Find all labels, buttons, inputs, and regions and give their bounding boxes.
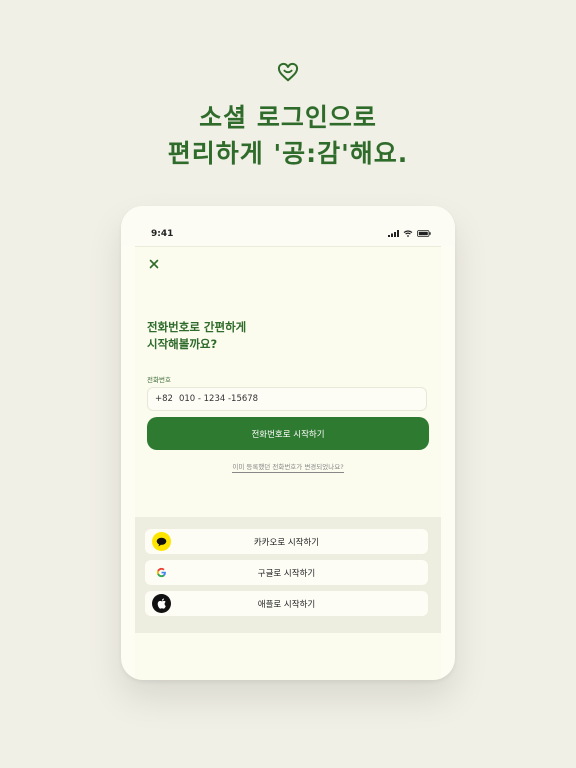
phone-number-value[interactable]: 010 - 1234 -15678 xyxy=(179,394,258,404)
headline: 소셜 로그인으로 편리하게 '공:감'해요. xyxy=(0,100,576,172)
social-login-panel: 카카오로 시작하기 구글로 시작하기 애플로 시작하기 xyxy=(135,517,441,633)
google-login-button[interactable]: 구글로 시작하기 xyxy=(145,560,428,585)
kakao-icon xyxy=(152,532,171,551)
phone-start-button[interactable]: 전화번호로 시작하기 xyxy=(147,417,429,450)
apple-login-button[interactable]: 애플로 시작하기 xyxy=(145,591,428,616)
device-frame: 9:41 전화번호로 간편하게 시작해볼까요? 전화번호 +82 010 - 1… xyxy=(121,206,455,680)
phone-input[interactable]: +82 010 - 1234 -15678 xyxy=(147,387,427,411)
signal-icon xyxy=(388,230,399,237)
country-code[interactable]: +82 xyxy=(155,394,173,404)
kakao-login-button[interactable]: 카카오로 시작하기 xyxy=(145,529,428,554)
google-login-label: 구글로 시작하기 xyxy=(257,568,316,579)
title-line-1: 전화번호로 간편하게 xyxy=(147,320,247,334)
close-icon[interactable] xyxy=(147,257,161,271)
apple-icon xyxy=(152,594,171,613)
changed-number-link[interactable]: 이미 등록했던 전화번호가 변경되었나요? xyxy=(232,463,344,473)
headline-line-2: 편리하게 '공:감'해요. xyxy=(167,139,409,168)
login-screen: 전화번호로 간편하게 시작해볼까요? 전화번호 +82 010 - 1234 -… xyxy=(135,246,441,680)
status-time: 9:41 xyxy=(151,229,174,239)
status-bar: 9:41 xyxy=(121,206,455,246)
google-icon xyxy=(152,563,171,582)
title-line-2: 시작해볼까요? xyxy=(147,337,218,351)
apple-login-label: 애플로 시작하기 xyxy=(257,599,316,610)
wifi-icon xyxy=(403,230,413,237)
battery-icon xyxy=(417,230,431,237)
page-title: 전화번호로 간편하게 시작해볼까요? xyxy=(147,319,407,353)
kakao-login-label: 카카오로 시작하기 xyxy=(253,537,320,548)
headline-line-1: 소셜 로그인으로 xyxy=(199,103,377,132)
changed-number-link-wrap: 이미 등록했던 전화번호가 변경되었나요? xyxy=(135,461,441,473)
heart-icon xyxy=(277,62,299,82)
phone-field-label: 전화번호 xyxy=(147,376,171,384)
status-icons xyxy=(388,230,431,237)
